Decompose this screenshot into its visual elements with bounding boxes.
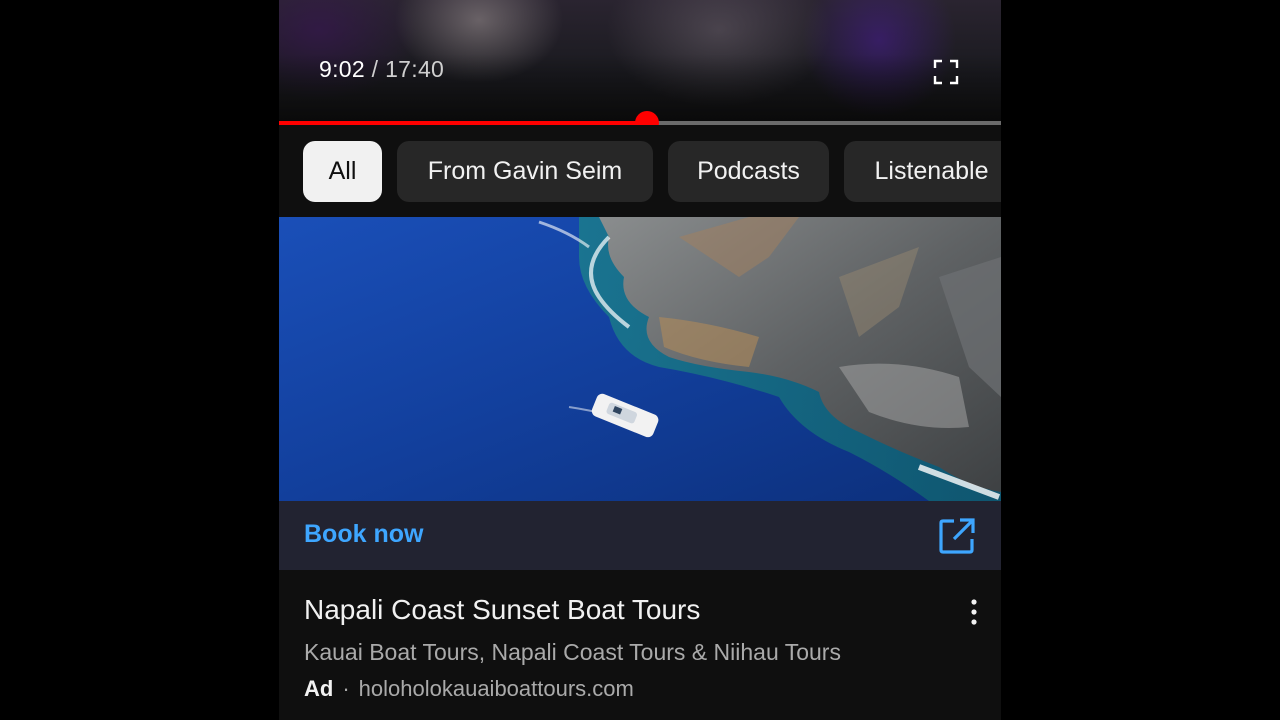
time-separator: / [371,56,379,82]
video-player[interactable]: 9:02 / 17:40 [279,0,1001,124]
phone-screen: 9:02 / 17:40 All From Gavin Seim Podcast… [279,0,1001,720]
meta-separator-dot: · [342,676,350,701]
book-now-bar[interactable]: Book now [279,501,1001,570]
ad-domain: holoholokauaiboattours.com [358,676,634,701]
ad-subtitle: Kauai Boat Tours, Napali Coast Tours & N… [304,639,841,665]
ad-image[interactable] [279,217,1001,501]
chip-from-gavin-seim[interactable]: From Gavin Seim [397,141,653,202]
more-vert-icon[interactable] [962,597,986,627]
chip-listenable[interactable]: Listenable [844,141,1001,202]
book-now-button[interactable]: Book now [304,520,423,549]
ad-badge: Ad [304,676,334,701]
ad-info[interactable]: Napali Coast Sunset Boat Tours Kauai Boa… [279,570,1001,720]
open-in-new-icon[interactable] [938,517,976,555]
ad-meta: Ad · holoholokauaiboattours.com [304,676,634,702]
ad-title[interactable]: Napali Coast Sunset Boat Tours [304,594,700,626]
chip-podcasts[interactable]: Podcasts [668,141,829,202]
chip-all[interactable]: All [303,141,382,202]
video-duration: 17:40 [385,56,445,82]
filter-chips: All From Gavin Seim Podcasts Listenable [279,125,1001,217]
time-display: 9:02 / 17:40 [319,56,444,83]
current-time: 9:02 [319,56,365,82]
fullscreen-icon[interactable] [933,59,959,85]
ad-photo-coast-boat [279,217,1001,501]
